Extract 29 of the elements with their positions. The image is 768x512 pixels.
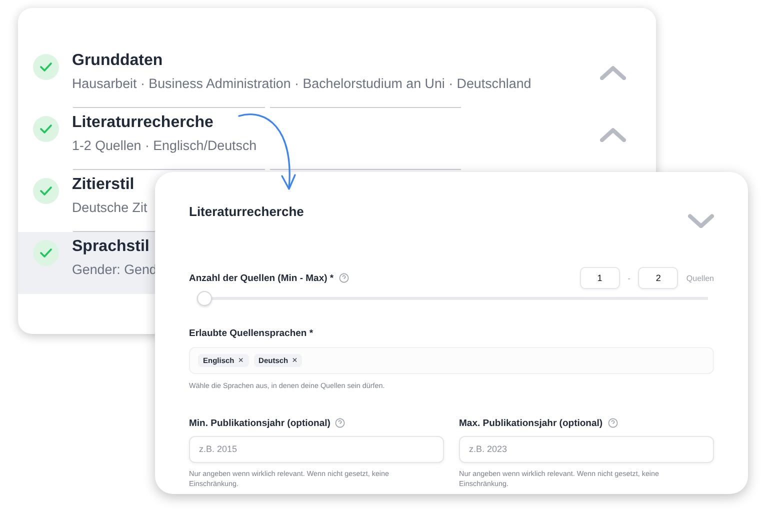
field-label: Anzahl der Quellen (Min - Max) * — [189, 272, 334, 284]
step-title: Zitierstil — [72, 176, 134, 194]
card-title: Literaturrecherche — [189, 204, 304, 219]
step-row[interactable]: Literaturrecherche 1-2 Quellen · Englisch/Deutsch — [18, 108, 656, 170]
step-title: Grunddaten — [72, 52, 163, 70]
step-title: Sprachstil — [72, 238, 150, 256]
year-input[interactable]: z.B. 2023 — [459, 436, 714, 463]
help-icon[interactable] — [338, 273, 349, 284]
field-label: Max. Publikationsjahr (optional) — [459, 418, 603, 429]
unit-label: Quellen — [686, 274, 714, 283]
field-label: Erlaubte Quellensprachen * — [189, 328, 314, 340]
min-input[interactable]: 1 — [580, 267, 620, 290]
chevron-down-icon[interactable] — [688, 214, 714, 228]
slider-thumb[interactable] — [197, 291, 212, 306]
step-row[interactable]: Grunddaten Hausarbeit · Business Administration · Bachelorstudium an Uni · Deutschland — [18, 46, 656, 108]
max-input[interactable]: 2 — [638, 267, 678, 290]
step-summary: 1-2 Quellen · Englisch/Deutsch — [72, 138, 257, 153]
step-summary: Deutsche Zit — [72, 200, 148, 215]
year-input[interactable]: z.B. 2015 — [189, 436, 444, 463]
range-separator: - — [628, 274, 630, 283]
field-label: Min. Publikationsjahr (optional) — [189, 418, 330, 429]
step-summary: Hausarbeit · Business Administration · Bachelorstudium an Uni · Deutschland — [72, 76, 532, 91]
remove-tag-button[interactable]: × — [238, 356, 244, 366]
chevron-up-icon[interactable] — [600, 128, 626, 142]
help-icon[interactable] — [608, 418, 618, 428]
help-icon[interactable] — [335, 418, 346, 428]
step-title: Literaturrecherche — [72, 114, 214, 132]
remove-tag-button[interactable]: × — [292, 356, 298, 366]
chevron-up-icon[interactable] — [600, 66, 626, 80]
